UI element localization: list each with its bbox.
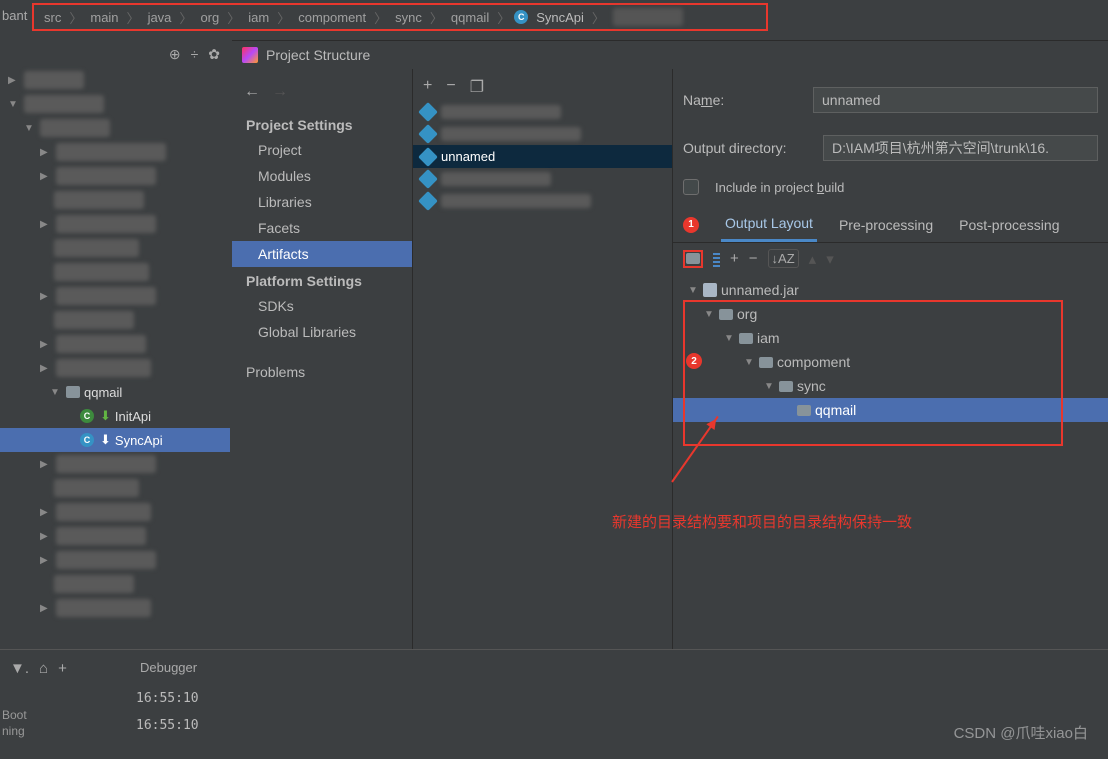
- folder-icon: [66, 386, 80, 398]
- breadcrumb-truncated: bant: [2, 8, 27, 23]
- sort-icon[interactable]: ↓AZ: [768, 249, 799, 268]
- nav-sdks[interactable]: SDKs: [232, 293, 412, 319]
- dir-compoment[interactable]: compoment: [777, 354, 850, 370]
- tree-initapi[interactable]: InitApi: [115, 409, 151, 424]
- class-icon: C: [80, 433, 94, 447]
- crumb-redacted: [613, 8, 683, 26]
- crumb-org[interactable]: org: [196, 10, 223, 25]
- layout-icon[interactable]: ⌂: [39, 660, 48, 677]
- folder-icon: [719, 309, 733, 320]
- tree-toolbar: ⊕ ÷ ✿: [0, 40, 230, 68]
- breadcrumb: src〉 main〉 java〉 org〉 iam〉 compoment〉 sy…: [32, 3, 768, 31]
- artifact-item-selected[interactable]: unnamed: [413, 145, 672, 168]
- add-icon[interactable]: +: [423, 77, 432, 97]
- dir-iam[interactable]: iam: [757, 330, 780, 346]
- annotation-badge-2: 2: [686, 353, 702, 369]
- artifact-item[interactable]: [413, 123, 672, 145]
- side-labels: Boot ning: [0, 707, 27, 739]
- jar-icon: [418, 102, 438, 122]
- artifact-item[interactable]: [413, 168, 672, 190]
- folder-icon: [797, 405, 811, 416]
- tree-qqmail[interactable]: qqmail: [84, 385, 122, 400]
- compile-icon[interactable]: [713, 251, 720, 267]
- nav-group-platform: Platform Settings: [232, 267, 412, 293]
- jar-icon: [418, 147, 438, 167]
- crumb-iam[interactable]: iam: [244, 10, 273, 25]
- nav-project[interactable]: Project: [232, 137, 412, 163]
- nav-problems[interactable]: Problems: [232, 359, 412, 385]
- remove-icon[interactable]: −: [749, 250, 758, 267]
- output-dir-label: Output directory:: [683, 140, 813, 156]
- crumb-java[interactable]: java: [144, 10, 176, 25]
- jar-node[interactable]: unnamed.jar: [721, 282, 799, 298]
- copy-icon[interactable]: ❐: [470, 77, 484, 97]
- watermark: CSDN @爪哇xiao白: [954, 722, 1088, 743]
- gear-icon[interactable]: ✿: [208, 46, 220, 63]
- include-label: Include in project build: [715, 180, 844, 195]
- folder-icon: [759, 357, 773, 368]
- remove-icon[interactable]: −: [446, 77, 455, 97]
- jar-icon: [418, 124, 438, 144]
- class-icon: C: [514, 10, 528, 24]
- filter-icon[interactable]: ▼.: [10, 660, 29, 677]
- intellij-icon: [242, 47, 258, 63]
- tab-output-layout[interactable]: Output Layout: [721, 207, 817, 242]
- log-line: 16:55:10: [130, 685, 207, 712]
- nav-modules[interactable]: Modules: [232, 163, 412, 189]
- artifact-item[interactable]: [413, 101, 672, 123]
- dir-sync[interactable]: sync: [797, 378, 826, 394]
- crumb-src[interactable]: src: [40, 10, 65, 25]
- name-label: Name:: [683, 92, 803, 108]
- folder-icon: [739, 333, 753, 344]
- output-dir-input[interactable]: [823, 135, 1098, 161]
- crumb-main[interactable]: main: [86, 10, 122, 25]
- up-icon: ▴: [809, 250, 817, 268]
- forward-icon: →: [272, 83, 288, 101]
- tree-syncapi[interactable]: SyncApi: [115, 433, 163, 448]
- tab-post-processing[interactable]: Post-processing: [955, 209, 1063, 241]
- class-icon: C: [80, 409, 94, 423]
- down-icon: ▾: [826, 250, 834, 268]
- output-layout-tree: ▼unnamed.jar ▼org ▼iam ▼compoment ▼sync …: [673, 274, 1108, 426]
- jar-icon: [418, 191, 438, 211]
- collapse-icon[interactable]: ÷: [191, 46, 199, 62]
- target-icon[interactable]: ⊕: [169, 46, 181, 63]
- add-folder-button[interactable]: [683, 250, 703, 268]
- add-icon[interactable]: +: [730, 250, 739, 267]
- dir-qqmail[interactable]: qqmail: [815, 402, 856, 418]
- tab-pre-processing[interactable]: Pre-processing: [835, 209, 937, 241]
- name-input[interactable]: [813, 87, 1098, 113]
- nav-global-libraries[interactable]: Global Libraries: [232, 319, 412, 345]
- dialog-title: Project Structure: [232, 41, 1108, 69]
- crumb-sync[interactable]: sync: [391, 10, 426, 25]
- dir-org[interactable]: org: [737, 306, 757, 322]
- log-line: 16:55:10: [130, 712, 207, 739]
- jar-icon: [418, 169, 438, 189]
- debug-panel: ▼. ⌂ + Debugger 16:55:10 16:55:10 Boot n…: [0, 649, 1108, 759]
- project-tree: ⊕ ÷ ✿ ▶ ▼ ▼ ▶ ▶ ▶ ▶ ▶ ▶ ▼qqmail C⬇InitAp…: [0, 40, 230, 649]
- jar-archive-icon: [703, 283, 717, 297]
- add-icon[interactable]: +: [58, 660, 67, 677]
- crumb-syncapi[interactable]: SyncApi: [532, 10, 588, 25]
- nav-artifacts[interactable]: Artifacts: [232, 241, 412, 267]
- include-checkbox[interactable]: [683, 179, 699, 195]
- detail-tabs: 1 Output Layout Pre-processing Post-proc…: [673, 207, 1108, 243]
- annotation-text: 新建的目录结构要和项目的目录结构保持一致: [612, 511, 912, 532]
- artifact-item[interactable]: [413, 190, 672, 212]
- crumb-qqmail[interactable]: qqmail: [447, 10, 493, 25]
- folder-icon: [779, 381, 793, 392]
- annotation-badge-1: 1: [683, 217, 699, 233]
- nav-libraries[interactable]: Libraries: [232, 189, 412, 215]
- nav-group-project: Project Settings: [232, 111, 412, 137]
- back-icon[interactable]: ←: [244, 83, 260, 101]
- debugger-tab[interactable]: Debugger: [130, 650, 207, 685]
- nav-facets[interactable]: Facets: [232, 215, 412, 241]
- crumb-compoment[interactable]: compoment: [294, 10, 370, 25]
